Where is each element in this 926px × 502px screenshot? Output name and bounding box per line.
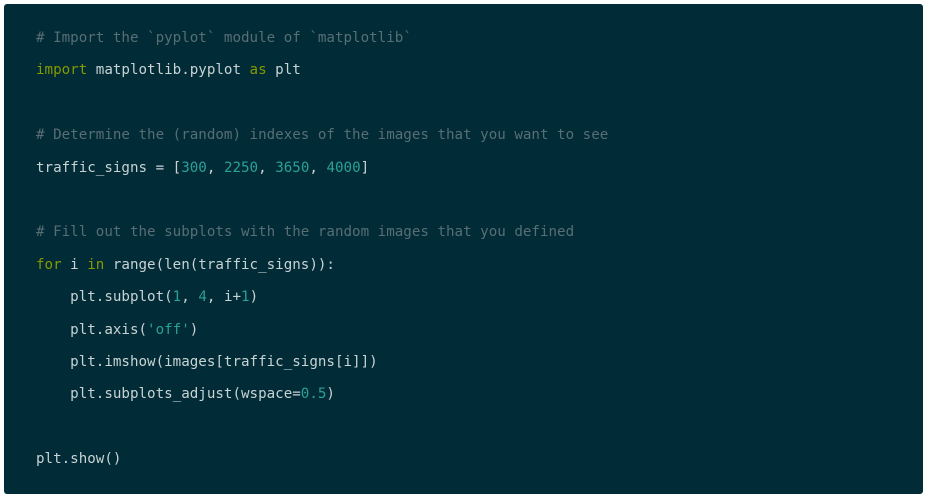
code-token-keyword: in bbox=[87, 256, 105, 273]
code-line: plt.subplot(1, 4, i+1) bbox=[36, 286, 258, 308]
code-line: import matplotlib.pyplot as plt bbox=[36, 59, 301, 81]
code-token-plain: plt.imshow(images[traffic_signs[i]]) bbox=[36, 354, 378, 370]
code-token-plain: traffic_signs = [ bbox=[36, 159, 182, 176]
code-token-plain: , bbox=[181, 289, 199, 306]
code-token-plain: , i+ bbox=[206, 289, 242, 306]
code-token-plain: i bbox=[61, 256, 88, 273]
code-token-plain: plt bbox=[266, 62, 301, 79]
code-token-number: 4000 bbox=[326, 159, 361, 176]
code-token-plain: range(len(traffic_signs)): bbox=[104, 256, 335, 273]
code-token-plain: plt.subplot( bbox=[36, 289, 173, 306]
code-token-keyword: import bbox=[36, 62, 88, 79]
code-line: # Import the `pyplot` module of `matplot… bbox=[36, 27, 412, 49]
code-line: plt.imshow(images[traffic_signs[i]]) bbox=[36, 351, 378, 373]
code-token-number: 4 bbox=[198, 289, 207, 306]
code-token-plain: , bbox=[309, 159, 327, 176]
code-token-keyword: as bbox=[249, 62, 267, 79]
code-token-number: 2250 bbox=[223, 159, 259, 176]
code-token-plain: , bbox=[206, 159, 224, 176]
code-line: plt.axis('off') bbox=[36, 319, 198, 341]
code-token-comment: # Fill out the subplots with the random … bbox=[36, 224, 575, 241]
code-token-number: 3650 bbox=[275, 159, 310, 176]
code-token-comment: # Determine the (random) indexes of the … bbox=[36, 127, 609, 144]
code-token-plain: , bbox=[258, 159, 276, 176]
code-token-plain: plt.show() bbox=[36, 451, 122, 468]
code-line: plt.show() bbox=[36, 448, 121, 470]
code-line: traffic_signs = [300, 2250, 3650, 4000] bbox=[36, 157, 369, 179]
code-token-plain: ) bbox=[249, 289, 259, 306]
code-token-number: 1 bbox=[241, 289, 250, 306]
code-token-number: 300 bbox=[181, 159, 207, 176]
code-block: # Import the `pyplot` module of `matplot… bbox=[4, 4, 923, 494]
code-token-plain: matplotlib.pyplot bbox=[87, 62, 250, 79]
code-line: plt.subplots_adjust(wspace=0.5) bbox=[36, 383, 335, 405]
code-token-plain: ] bbox=[360, 159, 370, 176]
code-token-plain: plt.subplots_adjust(wspace= bbox=[36, 386, 301, 403]
code-token-comment: # Import the `pyplot` module of `matplot… bbox=[36, 30, 412, 46]
code-token-plain: ) bbox=[189, 321, 199, 338]
code-token-number: 1 bbox=[172, 289, 182, 306]
code-line: # Fill out the subplots with the random … bbox=[36, 221, 574, 243]
code-token-plain: plt.axis( bbox=[36, 321, 148, 338]
code-token-string: 'off' bbox=[147, 321, 190, 338]
code-line: for i in range(len(traffic_signs)): bbox=[36, 254, 335, 276]
code-token-plain: ) bbox=[326, 386, 335, 403]
code-token-number: 0.5 bbox=[300, 386, 327, 403]
code-line: # Determine the (random) indexes of the … bbox=[36, 124, 608, 146]
code-token-keyword: for bbox=[36, 256, 62, 273]
